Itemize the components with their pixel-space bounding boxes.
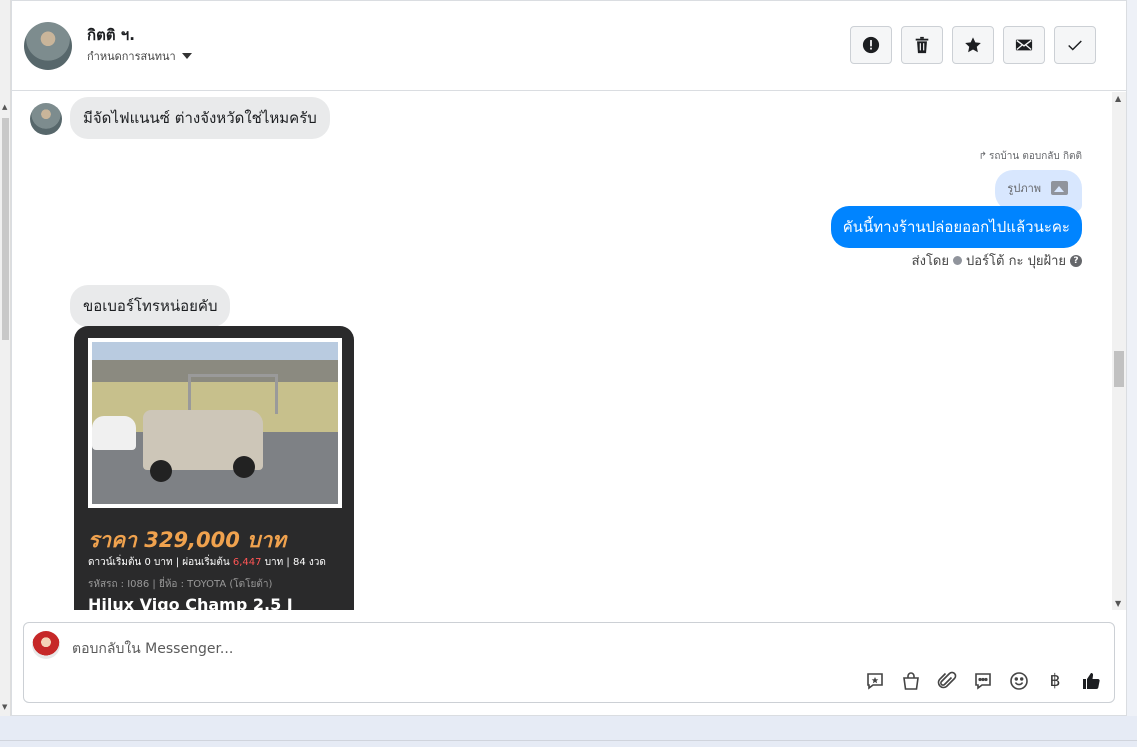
alert-icon — [862, 36, 880, 54]
mail-icon — [1015, 39, 1033, 51]
reply-note-text: รถบ้าน ตอบกลับ กิตติ — [988, 151, 1082, 162]
image-icon — [1051, 181, 1068, 195]
outgoing-message[interactable]: คันนี้ทางร้านปล่อยออกไปแล้วนะคะ — [830, 206, 1082, 248]
scroll-thumb[interactable] — [1114, 351, 1124, 387]
baht-icon[interactable]: ฿ — [1044, 670, 1066, 692]
car-price: ราคา 329,000 บาท — [88, 528, 287, 552]
page-avatar — [32, 631, 60, 659]
reply-note: ↱ รถบ้าน ตอบกลับ กิตติ — [979, 149, 1082, 164]
help-icon[interactable]: ? — [1070, 254, 1082, 267]
shop-icon[interactable] — [900, 670, 922, 692]
incoming-message[interactable]: ขอเบอร์โทรหน่อยคับ — [70, 285, 231, 327]
quoted-message[interactable]: รูปภาพ — [995, 170, 1082, 211]
thread-scrollbar[interactable]: ▲ ▼ — [1112, 92, 1126, 610]
done-button[interactable] — [1054, 26, 1096, 64]
reply-composer[interactable]: ตอบกลับใน Messenger... ฿ — [23, 622, 1115, 703]
outer-scrollbar[interactable]: ▲ ▼ — [0, 0, 11, 716]
sent-by-prefix: ส่งโดย — [911, 254, 949, 269]
composer-tools: ฿ — [864, 670, 1102, 692]
quoted-label: รูปภาพ — [1007, 182, 1041, 195]
finance-terms: ดาวน์เริ่มต้น 0 บาท | ผ่อนเริ่มต้น 6,447… — [88, 557, 326, 568]
contact-name[interactable]: กิตติ ฯ. — [87, 23, 135, 47]
star-button[interactable] — [952, 26, 994, 64]
car-code: รหัสรถ : I086 | ยี่ห้อ : TOYOTA (โตโยต้า… — [88, 579, 273, 590]
contact-avatar[interactable] — [24, 22, 72, 70]
trash-icon — [915, 36, 929, 54]
scroll-thumb[interactable] — [2, 118, 9, 340]
sent-by-name: ปอร์โต้ กะ ปุยฝ้าย — [966, 254, 1066, 269]
sender-avatar[interactable] — [30, 103, 62, 135]
mark-spam-button[interactable] — [850, 26, 892, 64]
assign-conversation-dropdown[interactable]: กำหนดการสนทนา — [87, 47, 192, 65]
scroll-up-icon[interactable]: ▲ — [1115, 94, 1121, 103]
star-icon — [965, 37, 981, 53]
caret-down-icon — [181, 53, 192, 59]
conversation-panel: กิตติ ฯ. กำหนดการสนทนา มีจัดไฟแนนซ์ ต่าง… — [11, 0, 1127, 716]
delete-button[interactable] — [901, 26, 943, 64]
scroll-up-icon[interactable]: ▲ — [2, 103, 7, 111]
reply-input[interactable]: ตอบกลับใน Messenger... — [72, 638, 233, 660]
message-thread[interactable]: มีจัดไฟแนนซ์ ต่างจังหวัดใช่ไหมครับ ↱ รถบ… — [12, 92, 1112, 610]
reply-arrow-icon: ↱ — [978, 151, 987, 162]
check-icon — [1068, 40, 1082, 51]
like-icon[interactable] — [1080, 670, 1102, 692]
mark-unread-button[interactable] — [1003, 26, 1045, 64]
attach-icon[interactable] — [936, 670, 958, 692]
page-footer-bar — [0, 716, 1137, 747]
scroll-down-icon[interactable]: ▼ — [1115, 599, 1121, 608]
saved-reply-icon[interactable] — [864, 670, 886, 692]
scroll-down-icon[interactable]: ▼ — [2, 703, 7, 711]
incoming-message[interactable]: มีจัดไฟแนนซ์ ต่างจังหวัดใช่ไหมครับ — [70, 97, 330, 139]
emoji-icon[interactable] — [1008, 670, 1030, 692]
car-photo[interactable] — [88, 338, 342, 508]
sent-by-info: ส่งโดย ปอร์โต้ กะ ปุยฝ้าย ? — [912, 250, 1082, 271]
conversation-header: กิตติ ฯ. กำหนดการสนทนา — [12, 1, 1126, 91]
header-actions — [850, 26, 1096, 64]
comment-icon[interactable] — [972, 670, 994, 692]
status-dot-icon — [953, 256, 962, 265]
car-model: Hilux Vigo Champ 2.5 J — [88, 595, 293, 610]
car-listing-card[interactable]: ราคา 329,000 บาท ดาวน์เริ่มต้น 0 บาท | ผ… — [74, 326, 354, 610]
assign-label: กำหนดการสนทนา — [87, 50, 176, 63]
